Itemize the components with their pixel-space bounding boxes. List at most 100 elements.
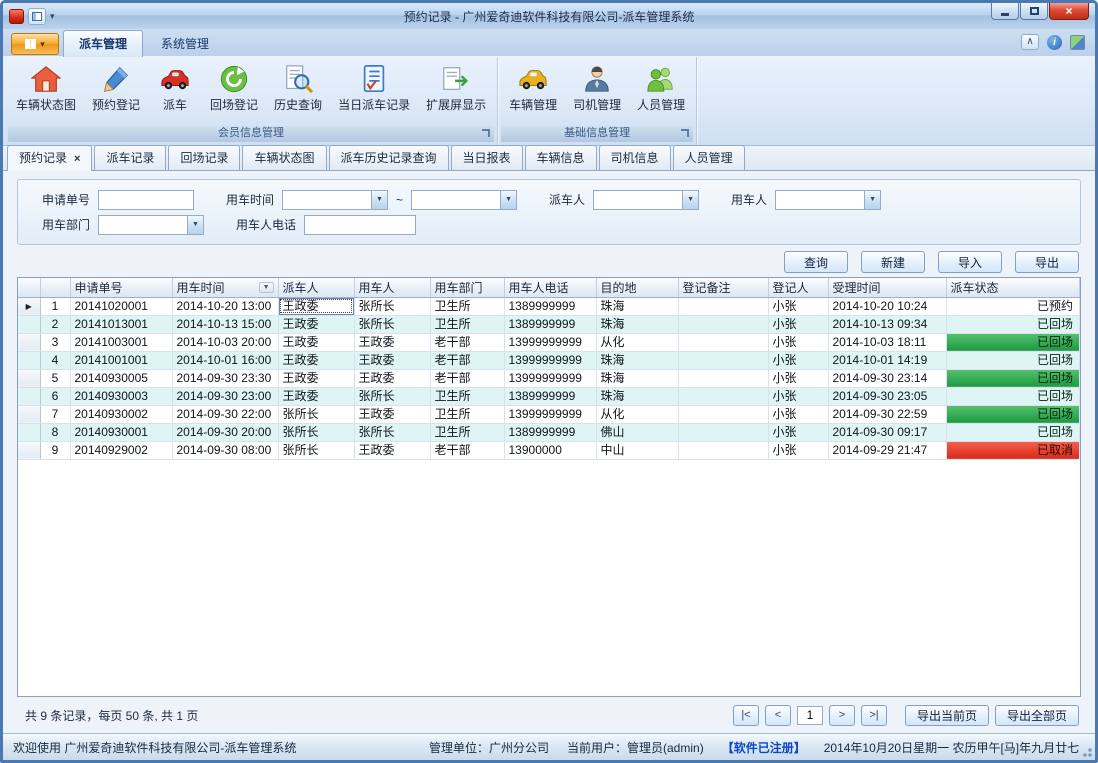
cell-registrar[interactable]: 小张 (768, 333, 828, 351)
cell-user[interactable]: 王政委 (354, 351, 430, 369)
cell-destination[interactable]: 珠海 (596, 297, 678, 315)
cell-accept_time[interactable]: 2014-09-30 23:05 (828, 387, 946, 405)
phone-input[interactable] (304, 215, 416, 235)
cell-accept_time[interactable]: 2014-10-01 14:19 (828, 351, 946, 369)
cell-accept_time[interactable]: 2014-10-20 10:24 (828, 297, 946, 315)
cell-dispatcher[interactable]: 张所长 (278, 405, 354, 423)
new-button[interactable]: 新建 (861, 251, 925, 273)
column-header-apply_no[interactable]: 申请单号 (70, 278, 172, 297)
cell-dispatcher[interactable]: 王政委 (278, 315, 354, 333)
cell-remark[interactable] (678, 351, 768, 369)
cell-use_time[interactable]: 2014-09-30 23:30 (172, 369, 278, 387)
cell-remark[interactable] (678, 405, 768, 423)
cell-user[interactable]: 王政委 (354, 441, 430, 459)
document-tab[interactable]: 车辆信息 (525, 145, 597, 170)
cell-phone[interactable]: 13999999999 (504, 369, 596, 387)
column-header-remark[interactable]: 登记备注 (678, 278, 768, 297)
cell-destination[interactable]: 珠海 (596, 351, 678, 369)
cell-remark[interactable] (678, 369, 768, 387)
ribbon-tab-dispatch[interactable]: 派车管理 (63, 30, 143, 57)
cell-use_time[interactable]: 2014-09-30 22:00 (172, 405, 278, 423)
cell-apply_no[interactable]: 20140929002 (70, 441, 172, 459)
row-indicator-cell[interactable] (18, 315, 40, 333)
ribbon-button-refresh[interactable]: 回场登记 (202, 58, 266, 125)
close-button[interactable]: × (1049, 3, 1089, 20)
cell-dept[interactable]: 老干部 (430, 369, 504, 387)
export-all-pages-button[interactable]: 导出全部页 (995, 705, 1079, 726)
cell-registrar[interactable]: 小张 (768, 369, 828, 387)
use-time-from-combobox[interactable]: ▼ (282, 190, 388, 210)
status-badge[interactable]: 已回场 (946, 405, 1080, 423)
cell-apply_no[interactable]: 20140930005 (70, 369, 172, 387)
row-number-cell[interactable]: 4 (40, 351, 70, 369)
row-indicator-cell[interactable] (18, 423, 40, 441)
cell-apply_no[interactable]: 20141013001 (70, 315, 172, 333)
cell-use_time[interactable]: 2014-10-13 15:00 (172, 315, 278, 333)
first-page-button[interactable]: |< (733, 705, 759, 726)
dispatcher-combobox[interactable]: ▼ (593, 190, 699, 210)
ribbon-button-house[interactable]: 车辆状态图 (8, 58, 84, 125)
cell-use_time[interactable]: 2014-09-30 08:00 (172, 441, 278, 459)
cell-phone[interactable]: 13900000 (504, 441, 596, 459)
row-number-cell[interactable]: 2 (40, 315, 70, 333)
cell-accept_time[interactable]: 2014-09-29 21:47 (828, 441, 946, 459)
chevron-down-icon[interactable]: ▼ (864, 191, 880, 209)
cell-apply_no[interactable]: 20140930003 (70, 387, 172, 405)
page-number-input[interactable] (797, 706, 823, 725)
cell-dept[interactable]: 卫生所 (430, 297, 504, 315)
document-tab[interactable]: 司机信息 (599, 145, 671, 170)
titlebar[interactable]: ▾ 预约记录 - 广州爱奇迪软件科技有限公司-派车管理系统 × (3, 3, 1095, 29)
cell-apply_no[interactable]: 20140930001 (70, 423, 172, 441)
cell-dispatcher[interactable]: 王政委 (278, 387, 354, 405)
cell-apply_no[interactable]: 20141003001 (70, 333, 172, 351)
row-indicator-cell[interactable] (18, 387, 40, 405)
cell-use_time[interactable]: 2014-09-30 23:00 (172, 387, 278, 405)
cell-destination[interactable]: 佛山 (596, 423, 678, 441)
cell-user[interactable]: 王政委 (354, 369, 430, 387)
cell-dept[interactable]: 老干部 (430, 351, 504, 369)
cell-user[interactable]: 张所长 (354, 297, 430, 315)
cell-destination[interactable]: 珠海 (596, 369, 678, 387)
user-combobox[interactable]: ▼ (775, 190, 881, 210)
cell-apply_no[interactable]: 20140930002 (70, 405, 172, 423)
dept-combobox[interactable]: ▼ (98, 215, 204, 235)
cell-remark[interactable] (678, 387, 768, 405)
row-number-cell[interactable]: 3 (40, 333, 70, 351)
ribbon-tab-system[interactable]: 系统管理 (145, 31, 225, 56)
cell-apply_no[interactable]: 20141001001 (70, 351, 172, 369)
cell-registrar[interactable]: 小张 (768, 441, 828, 459)
column-header-accept_time[interactable]: 受理时间 (828, 278, 946, 297)
cell-use_time[interactable]: 2014-10-01 16:00 (172, 351, 278, 369)
column-header-order[interactable] (40, 278, 70, 297)
theme-icon[interactable] (1070, 35, 1085, 50)
chevron-down-icon[interactable]: ▼ (682, 191, 698, 209)
cell-phone[interactable]: 1389999999 (504, 423, 596, 441)
cell-use_time[interactable]: 2014-10-03 20:00 (172, 333, 278, 351)
column-header-use_time[interactable]: 用车时间▼ (172, 278, 278, 297)
export-button[interactable]: 导出 (1015, 251, 1079, 273)
row-number-cell[interactable]: 8 (40, 423, 70, 441)
prev-page-button[interactable]: < (765, 705, 791, 726)
ribbon-button-yellow-car[interactable]: 车辆管理 (501, 58, 565, 125)
column-header-dispatcher[interactable]: 派车人 (278, 278, 354, 297)
query-button[interactable]: 查询 (784, 251, 848, 273)
use-time-to-combobox[interactable]: ▼ (411, 190, 517, 210)
document-tab[interactable]: 当日报表 (451, 145, 523, 170)
resize-grip[interactable] (1080, 745, 1092, 757)
cell-dept[interactable]: 卫生所 (430, 387, 504, 405)
row-indicator-cell[interactable] (18, 351, 40, 369)
cell-user[interactable]: 张所长 (354, 423, 430, 441)
app-menu-button[interactable]: ▾ (11, 33, 59, 55)
layout-toolbar-button[interactable] (28, 8, 46, 25)
status-badge[interactable]: 已回场 (946, 369, 1080, 387)
ribbon-button-pencil[interactable]: 预约登记 (84, 58, 148, 125)
document-tab[interactable]: 派车历史记录查询 (329, 145, 449, 170)
chevron-down-icon[interactable]: ▼ (187, 216, 203, 234)
export-current-page-button[interactable]: 导出当前页 (905, 705, 989, 726)
document-tab[interactable]: 预约记录× (7, 145, 92, 171)
cell-registrar[interactable]: 小张 (768, 351, 828, 369)
apply-no-input[interactable] (98, 190, 194, 210)
status-badge[interactable]: 已回场 (946, 315, 1080, 333)
cell-dept[interactable]: 卫生所 (430, 405, 504, 423)
ribbon-button-dispatch-list[interactable]: 当日派车记录 (330, 58, 418, 125)
